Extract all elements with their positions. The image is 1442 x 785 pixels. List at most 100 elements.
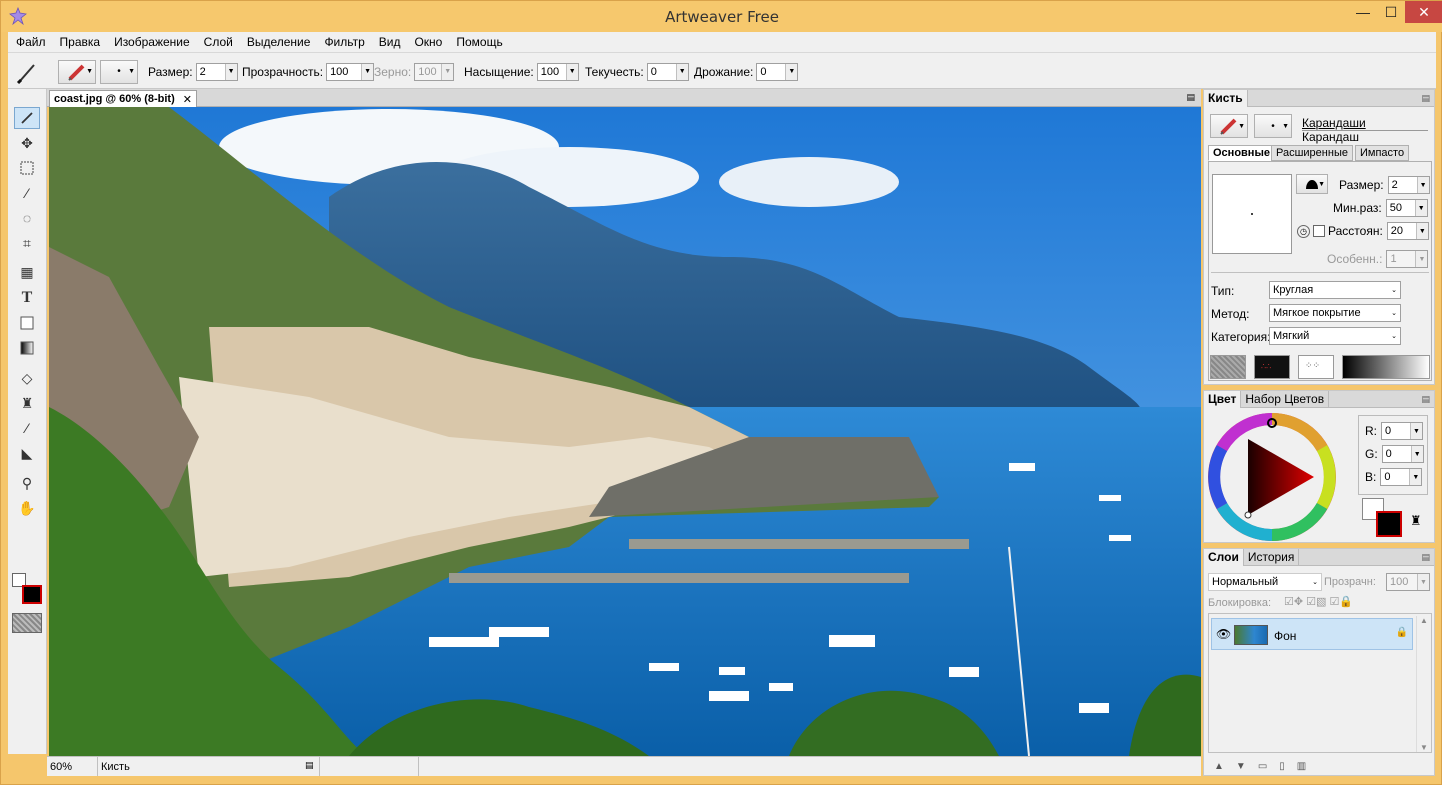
green-combo[interactable]: 0 ▼ (1381, 445, 1424, 463)
layer-thumbnail (1234, 625, 1268, 645)
zoom-tool-icon[interactable]: ⚲ (14, 472, 40, 494)
tab-basic[interactable]: Основные (1208, 145, 1275, 161)
foreground-color-swatch[interactable] (22, 585, 42, 604)
blue-value: 0 (1384, 471, 1391, 483)
paper-texture-picker[interactable] (12, 613, 42, 633)
layers-panel-menu-icon[interactable]: ▤ (1421, 552, 1430, 563)
pattern-swatch[interactable]: ∴∴ (1254, 355, 1290, 379)
hand-tool-icon[interactable]: ✋ (14, 497, 40, 519)
stamp-icon[interactable]: ♜ (1410, 513, 1422, 529)
menu-window[interactable]: Окно (414, 35, 442, 49)
brush-variant-picker[interactable]: • ▼ (1254, 114, 1292, 138)
current-tool-name: Кисть (101, 761, 130, 773)
saturation-combo[interactable]: 100 ▼ (536, 62, 579, 81)
brush-variant-name: Карандаш (1302, 130, 1359, 144)
blend-mode-combo[interactable]: Нормальный ⌄ (1208, 573, 1322, 591)
minimize-button[interactable]: — (1349, 1, 1377, 23)
jitter-combo[interactable]: 0 ▼ (756, 62, 799, 81)
spacing-checkbox[interactable] (1313, 225, 1325, 237)
rect-select-tool-icon[interactable] (14, 157, 40, 179)
brush-tip-shape-picker[interactable]: ▼ (1296, 174, 1328, 194)
window-title: Artweaver Free (665, 8, 779, 26)
close-button[interactable]: ✕ (1405, 1, 1442, 23)
brush-tool-icon[interactable] (14, 107, 40, 129)
brush-preset-picker[interactable]: ▼ (58, 59, 96, 84)
layers-scrollbar[interactable]: ▲ ▼ (1416, 616, 1430, 752)
brush-panel-tab[interactable]: Кисть (1204, 90, 1248, 107)
visibility-eye-icon[interactable]: 👁 (1216, 627, 1231, 641)
maximize-button[interactable]: ☐ (1377, 1, 1405, 23)
brush-category-picker[interactable]: ▼ (1210, 114, 1248, 138)
tab-color[interactable]: Цвет (1204, 391, 1242, 408)
min-size-combo[interactable]: 50 ▼ (1385, 199, 1428, 217)
crop-tool-icon[interactable]: ⌗ (14, 232, 40, 254)
new-group-icon[interactable]: ▭ (1258, 761, 1267, 772)
color-panel-menu-icon[interactable]: ▤ (1421, 394, 1430, 405)
brush-panel: Кисть ▤ ▼ • ▼ Карандаши Карандаш Основны… (1203, 89, 1435, 385)
document-menu-icon[interactable]: ▤ (1186, 92, 1195, 103)
layers-list: 👁 Фон 🔒 ▲ ▼ (1208, 613, 1432, 753)
move-tool-icon[interactable]: ✥ (14, 132, 40, 154)
brush-size-combo[interactable]: 2 ▼ (1387, 176, 1430, 194)
brush-category-combo[interactable]: Мягкий ⌄ (1269, 327, 1401, 345)
tab-advanced[interactable]: Расширенные (1271, 145, 1353, 161)
paint-bucket-tool-icon[interactable]: ◣ (14, 442, 40, 464)
tab-history[interactable]: История (1244, 549, 1300, 566)
brush-tool-icon[interactable] (12, 57, 42, 87)
delete-layer-icon[interactable]: ▥ (1297, 761, 1306, 772)
min-size-value: 50 (1389, 202, 1402, 214)
move-layer-up-icon[interactable]: ▲ (1214, 761, 1224, 772)
color-wheel[interactable] (1208, 413, 1338, 541)
paper-texture-swatch[interactable] (1210, 355, 1246, 379)
move-layer-down-icon[interactable]: ▼ (1236, 761, 1246, 772)
opacity-combo[interactable]: 100 ▼ (326, 62, 375, 81)
brush-method-combo[interactable]: Мягкое покрытие ⌄ (1269, 304, 1401, 322)
panel-foreground-color-swatch[interactable] (1376, 511, 1402, 537)
menu-file[interactable]: Файл (16, 35, 46, 49)
texture-swatch[interactable]: ⁘⁘ (1298, 355, 1334, 379)
lasso-tool-icon[interactable]: ◌ (14, 207, 40, 229)
menu-layer[interactable]: Слой (204, 35, 233, 49)
eyedropper-tool-icon[interactable]: ⁄ (14, 417, 40, 439)
brush-type-combo[interactable]: Круглая ⌄ (1269, 281, 1401, 299)
gradient-swatch[interactable] (1342, 355, 1430, 379)
toolbox: ✥ ⁄ ◌ ⌗ ▦ T ◇ ♜ ⁄ ◣ ⚲ ✋ (8, 89, 47, 754)
brush-method-label: Метод: (1211, 307, 1250, 321)
semicircle-icon (1306, 180, 1318, 189)
menu-select[interactable]: Выделение (247, 35, 311, 49)
magic-wand-tool-icon[interactable]: ⁄ (14, 182, 40, 204)
new-layer-icon[interactable]: ▯ (1279, 761, 1285, 772)
eraser-tool-icon[interactable]: ◇ (14, 367, 40, 389)
status-menu-icon[interactable]: ▤ (305, 760, 314, 771)
menu-bar: Файл Правка Изображение Слой Выделение Ф… (8, 32, 1436, 52)
flow-combo[interactable]: 0 ▼ (646, 62, 689, 81)
brush-panel-menu-icon[interactable]: ▤ (1421, 93, 1430, 104)
brush-shape-picker[interactable]: • ▼ (100, 59, 138, 84)
clone-stamp-tool-icon[interactable]: ♜ (14, 392, 40, 414)
clock-icon[interactable]: ◷ (1297, 224, 1310, 238)
menu-help[interactable]: Помощь (456, 35, 502, 49)
spacing-combo[interactable]: 20 ▼ (1386, 222, 1429, 240)
close-document-icon[interactable]: ✕ (183, 93, 192, 106)
tab-impasto[interactable]: Импасто (1355, 145, 1410, 161)
menu-edit[interactable]: Правка (60, 35, 101, 49)
document-tab[interactable]: coast.jpg @ 60% (8-bit) ✕ (49, 90, 197, 107)
menu-filter[interactable]: Фильтр (324, 35, 364, 49)
lock-icons[interactable]: ☑✥ ☑▧ ☑🔒 (1284, 595, 1353, 608)
menu-view[interactable]: Вид (379, 35, 401, 49)
canvas-image[interactable] (49, 107, 1201, 756)
opacity-label: Прозрачность: (242, 64, 324, 79)
tab-swatches[interactable]: Набор Цветов (1241, 391, 1330, 408)
gradient-tool-icon[interactable] (14, 337, 40, 359)
blue-combo[interactable]: 0 ▼ (1380, 468, 1423, 486)
green-label: G: (1365, 447, 1378, 461)
flow-value: 0 (650, 65, 657, 78)
tab-layers[interactable]: Слои (1204, 549, 1244, 566)
shape-tool-icon[interactable] (14, 312, 40, 334)
perspective-tool-icon[interactable]: ▦ (14, 261, 40, 283)
layer-row[interactable]: 👁 Фон 🔒 (1211, 618, 1413, 650)
menu-image[interactable]: Изображение (114, 35, 190, 49)
text-tool-icon[interactable]: T (14, 287, 40, 309)
red-combo[interactable]: 0 ▼ (1381, 422, 1423, 440)
size-combo[interactable]: 2 ▼ (195, 62, 238, 81)
